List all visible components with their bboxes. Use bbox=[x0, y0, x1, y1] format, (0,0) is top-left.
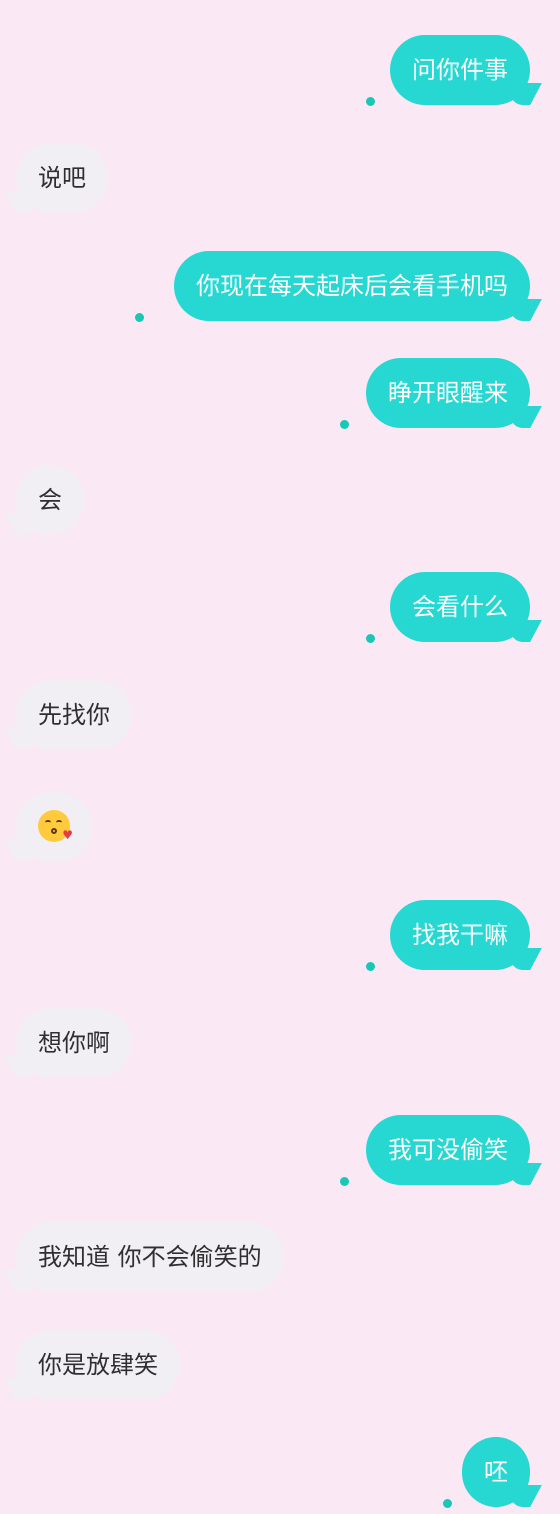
outgoing-message-bubble[interactable]: 找我干嘛 bbox=[390, 900, 530, 970]
message-text: 睁开眼醒来 bbox=[388, 379, 508, 407]
message-text: 会看什么 bbox=[412, 593, 508, 621]
message-text: 呸 bbox=[484, 1458, 508, 1486]
incoming-message-bubble[interactable]: ♥ bbox=[16, 792, 92, 862]
sent-status-dot-icon bbox=[366, 97, 375, 106]
outgoing-message-bubble[interactable]: 我可没偷笑 bbox=[366, 1115, 530, 1185]
kissing-face-emoji-icon: ♥ bbox=[38, 810, 73, 842]
message-text: 我知道 你不会偷笑的 bbox=[38, 1243, 262, 1271]
incoming-message-bubble[interactable]: 想你啊 bbox=[16, 1008, 132, 1078]
outgoing-message-bubble[interactable]: 睁开眼醒来 bbox=[366, 358, 530, 428]
incoming-message-bubble[interactable]: 先找你 bbox=[16, 680, 132, 750]
message-text: 找我干嘛 bbox=[412, 921, 508, 949]
sent-status-dot-icon bbox=[443, 1499, 452, 1508]
incoming-message-bubble[interactable]: 会 bbox=[16, 465, 84, 535]
sent-status-dot-icon bbox=[340, 1177, 349, 1186]
sent-status-dot-icon bbox=[340, 420, 349, 429]
sent-status-dot-icon bbox=[366, 634, 375, 643]
outgoing-message-bubble[interactable]: 会看什么 bbox=[390, 572, 530, 642]
message-text: 说吧 bbox=[38, 164, 86, 192]
incoming-message-bubble[interactable]: 你是放肆笑 bbox=[16, 1330, 180, 1400]
message-text: 先找你 bbox=[38, 701, 110, 729]
incoming-message-bubble[interactable]: 我知道 你不会偷笑的 bbox=[16, 1222, 284, 1292]
message-text: 想你啊 bbox=[38, 1029, 110, 1057]
message-text: 会 bbox=[38, 486, 62, 514]
sent-status-dot-icon bbox=[366, 962, 375, 971]
outgoing-message-bubble[interactable]: 你现在每天起床后会看手机吗 bbox=[174, 251, 530, 321]
outgoing-message-bubble[interactable]: 呸 bbox=[462, 1437, 530, 1507]
outgoing-message-bubble[interactable]: 问你件事 bbox=[390, 35, 530, 105]
chat-thread: 问你件事 说吧 你现在每天起床后会看手机吗 睁开眼醒来 会 会看什么 先找你 ♥… bbox=[0, 0, 560, 1514]
message-text: 你现在每天起床后会看手机吗 bbox=[196, 272, 508, 300]
message-text: 我可没偷笑 bbox=[388, 1136, 508, 1164]
sent-status-dot-icon bbox=[135, 313, 144, 322]
incoming-message-bubble[interactable]: 说吧 bbox=[16, 143, 108, 213]
message-text: 你是放肆笑 bbox=[38, 1351, 158, 1379]
message-text: 问你件事 bbox=[412, 56, 508, 84]
